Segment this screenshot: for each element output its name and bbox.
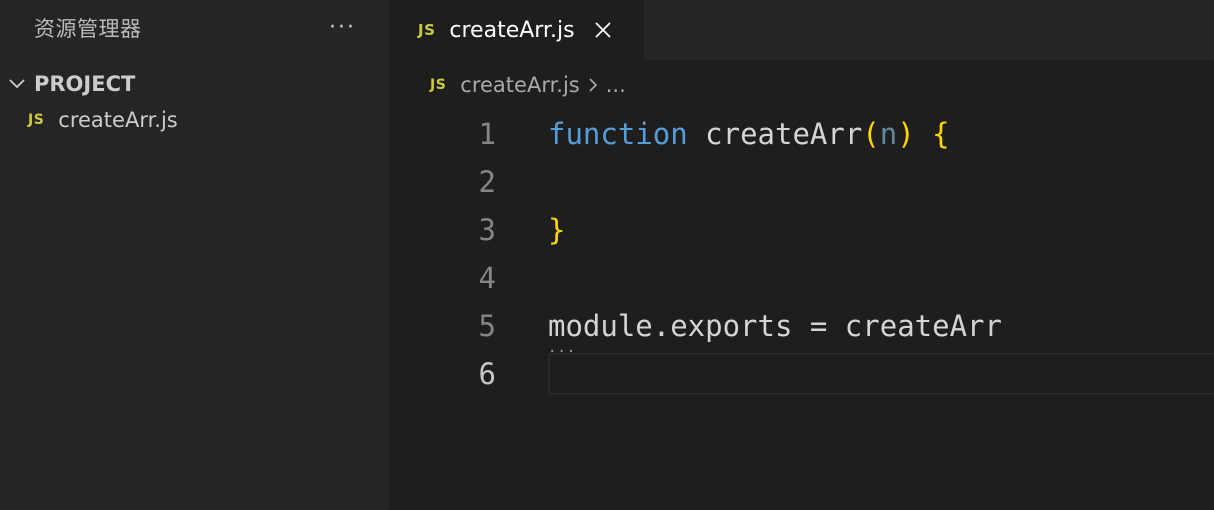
line-content: function createArr(n) {	[548, 117, 950, 151]
editor-area: JS createArr.js JS createArr.js ... 1 fu…	[390, 0, 1214, 510]
file-tree-item-label: createArr.js	[58, 108, 178, 132]
code-line: 1 function createArr(n) {	[390, 110, 1214, 158]
line-number: 3	[478, 213, 496, 247]
breadcrumb: JS createArr.js ...	[390, 60, 1214, 110]
code-text-token: module.exports = createArr	[548, 309, 1002, 343]
paren-token: (	[862, 117, 880, 151]
keyword-token: function	[548, 117, 688, 151]
tab-label: createArr.js	[449, 17, 575, 43]
line-number: 4	[478, 261, 496, 295]
close-icon[interactable]	[593, 20, 613, 40]
chevron-right-icon	[588, 77, 598, 93]
js-file-icon: JS	[418, 21, 436, 39]
js-file-icon: JS	[28, 112, 45, 128]
line-content: }	[548, 213, 565, 247]
file-tree-item-createarr[interactable]: JS createArr.js	[0, 102, 390, 138]
tab-createarr[interactable]: JS createArr.js	[390, 0, 644, 60]
code-editor[interactable]: 1 function createArr(n) { 2 3 } 4 5 modu…	[390, 110, 1214, 398]
chevron-down-icon[interactable]	[6, 73, 28, 95]
function-name-token: createArr	[705, 117, 863, 151]
explorer-title: 资源管理器	[34, 17, 142, 41]
line-number: 5	[478, 309, 496, 343]
code-line: 5 module.exports = createArr...	[390, 302, 1214, 355]
code-line-active: 6	[390, 350, 1214, 398]
brace-token: }	[548, 213, 566, 247]
breadcrumb-more[interactable]: ...	[606, 73, 626, 97]
line-content: module.exports = createArr...	[548, 309, 1002, 355]
breadcrumb-file[interactable]: createArr.js	[460, 73, 579, 97]
explorer-header: 资源管理器 ···	[0, 0, 390, 56]
tab-bar: JS createArr.js	[390, 0, 1214, 60]
current-line-highlight	[548, 353, 1214, 395]
explorer-sidebar: 资源管理器 ··· PROJECT JS createArr.js	[0, 0, 390, 510]
js-file-icon: JS	[430, 77, 447, 93]
brace-token: {	[932, 117, 950, 151]
line-number: 2	[478, 165, 496, 199]
project-section-title: PROJECT	[34, 72, 136, 96]
paren-token: )	[897, 117, 915, 151]
param-token: n	[879, 117, 898, 151]
line-number: 1	[478, 117, 496, 151]
vscode-window: 资源管理器 ··· PROJECT JS createArr.js JS cre…	[0, 0, 1214, 510]
line-number: 6	[478, 357, 496, 391]
code-line: 2	[390, 158, 1214, 206]
code-line: 3 }	[390, 206, 1214, 254]
code-line: 4	[390, 254, 1214, 302]
more-actions-icon[interactable]: ···	[329, 17, 356, 39]
